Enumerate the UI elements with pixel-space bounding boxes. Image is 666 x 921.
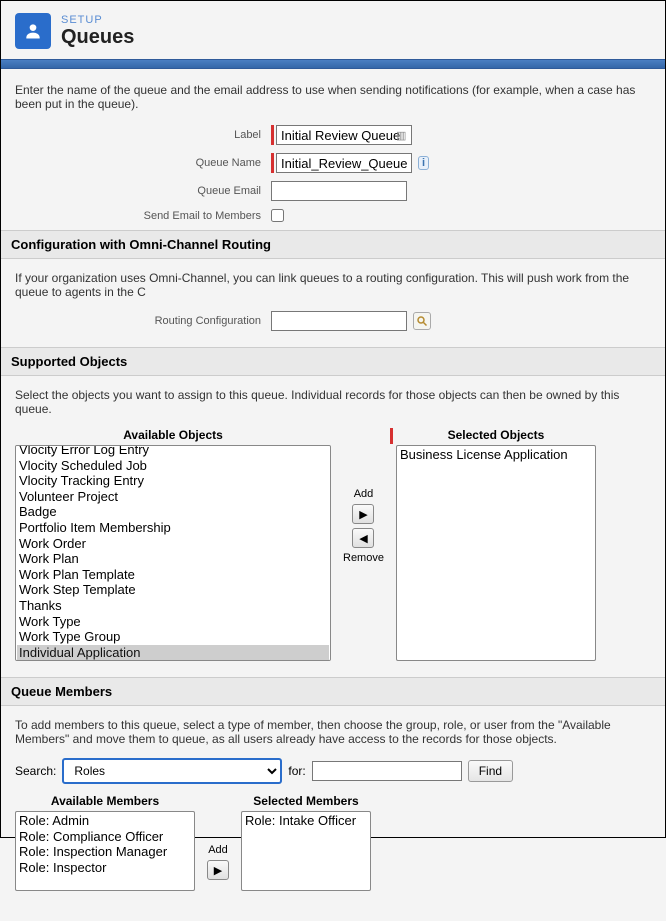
omni-section-header: Configuration with Omni-Channel Routing [1,230,665,259]
required-indicator [271,125,274,145]
queue-name-input[interactable] [276,153,412,173]
send-email-checkbox[interactable] [271,209,284,222]
available-members-list[interactable]: Role: AdminRole: Compliance OfficerRole:… [15,811,195,891]
find-button[interactable]: Find [468,760,513,782]
routing-label: Routing Configuration [15,315,271,327]
available-objects-label: Available Objects [15,428,331,442]
for-label: for: [288,764,305,778]
page-title: Queues [61,26,134,49]
add-button[interactable]: ▶ [352,504,374,524]
queue-email-input[interactable] [271,181,407,201]
label-input[interactable] [276,125,412,145]
divider-bar [1,59,665,69]
supported-desc: Select the objects you want to assign to… [15,388,651,416]
user-icon [15,13,51,49]
intro-text: Enter the name of the queue and the emai… [15,83,651,111]
add-member-button[interactable]: ▶ [207,860,229,880]
search-label: Search: [15,764,56,778]
add-label: Add [208,844,228,856]
lookup-icon[interactable] [413,312,431,330]
member-type-dropdown[interactable]: Roles [62,758,282,784]
required-indicator [271,153,274,173]
label-field-label: Label [15,129,271,141]
members-section-header: Queue Members [1,677,665,706]
remove-label: Remove [343,552,384,564]
selected-objects-list[interactable]: Business License Application [396,445,596,661]
supported-section-header: Supported Objects [1,347,665,376]
queue-email-label: Queue Email [15,185,271,197]
page-header: SETUP Queues [1,1,665,59]
available-objects-list[interactable]: Vlocity Error Log EntryVlocity Scheduled… [15,445,331,661]
info-icon[interactable]: i [418,156,429,170]
selected-members-list[interactable]: Role: Intake Officer [241,811,371,891]
add-label: Add [354,488,374,500]
routing-input[interactable] [271,311,407,331]
selected-members-label: Selected Members [241,794,371,808]
required-indicator [390,428,393,444]
queue-name-label: Queue Name [15,157,271,169]
search-for-input[interactable] [312,761,462,781]
remove-button[interactable]: ◀ [352,528,374,548]
omni-desc: If your organization uses Omni-Channel, … [15,271,651,299]
send-email-label: Send Email to Members [15,210,271,222]
setup-label: SETUP [61,14,134,26]
members-desc: To add members to this queue, select a t… [15,718,651,746]
available-members-label: Available Members [15,794,195,808]
selected-objects-label: Selected Objects [396,428,596,442]
